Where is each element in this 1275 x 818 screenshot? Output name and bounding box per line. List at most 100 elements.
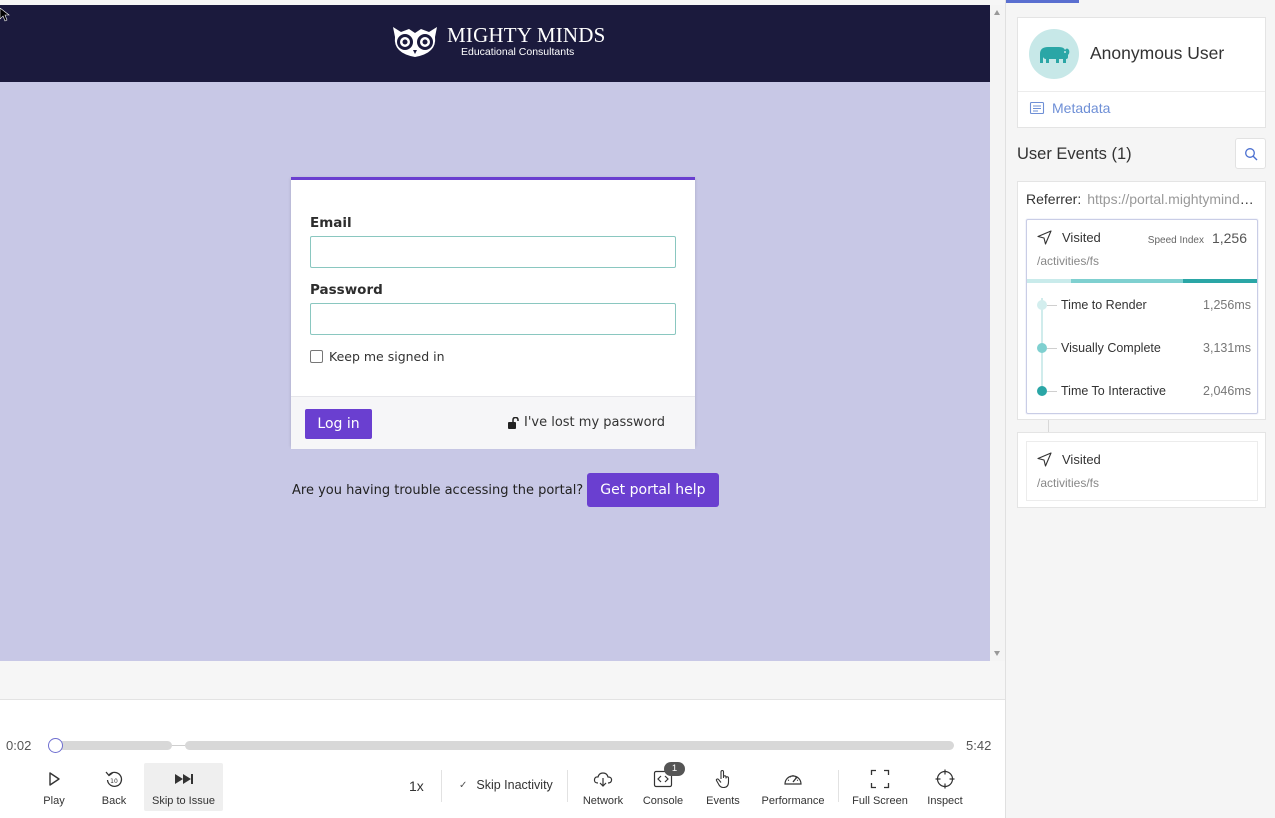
player-controls: 0:02 5:42 Play 10 Back Skip to Issue 1x … <box>0 700 1005 818</box>
navigation-arrow-icon <box>1037 230 1052 245</box>
metric-value: 3,131ms <box>1203 341 1251 355</box>
user-events-title: User Events (1) <box>1017 145 1132 163</box>
gauge-icon <box>784 775 802 785</box>
visited-event-header: Visited <box>1037 230 1101 245</box>
cloud-download-icon <box>593 772 613 787</box>
back-button[interactable]: 10 Back <box>94 763 134 811</box>
keep-signed-in-checkbox[interactable] <box>310 350 323 363</box>
metric-tick <box>1047 348 1057 349</box>
document-icon <box>1029 101 1045 115</box>
network-label: Network <box>582 795 624 807</box>
skip-to-issue-label: Skip to Issue <box>152 795 215 807</box>
scroll-up-icon[interactable] <box>994 10 1000 15</box>
console-label: Console <box>642 795 684 807</box>
full-screen-button[interactable]: Full Screen <box>849 763 911 811</box>
events-button[interactable]: Events <box>698 763 748 811</box>
metric-row: Visually Complete 3,131ms <box>1027 338 1257 358</box>
timeline-inactivity-gap <box>172 745 185 746</box>
control-divider <box>441 770 442 802</box>
events-search-button[interactable] <box>1235 138 1266 169</box>
login-card-footer: Log in I've lost my password <box>291 396 695 449</box>
visited-event-type: Visited <box>1062 452 1101 467</box>
keep-signed-in-row[interactable]: Keep me signed in <box>310 349 445 364</box>
events-label: Events <box>706 795 740 807</box>
play-icon <box>49 772 60 786</box>
metric-dot <box>1037 386 1047 396</box>
network-button[interactable]: Network <box>578 763 628 811</box>
play-button[interactable]: Play <box>34 763 74 811</box>
metadata-label: Metadata <box>1052 100 1111 116</box>
referrer-row: Referrer: https://portal.mightyminds.com.… <box>1026 191 1260 207</box>
logo-name: MIGHTY MINDS <box>447 22 606 47</box>
search-icon <box>1244 147 1257 160</box>
portal-help-row: Are you having trouble accessing the por… <box>292 473 719 507</box>
performance-label: Performance <box>761 795 825 807</box>
session-replay: MIGHTY MINDS Educational Consultants Ema… <box>0 0 1005 818</box>
visited-event[interactable]: Visited /activities/fs <box>1026 441 1258 501</box>
password-label: Password <box>310 282 383 298</box>
visited-event[interactable]: Visited /activities/fs Speed Index 1,256… <box>1026 219 1258 414</box>
event-group: Referrer: https://portal.mightyminds.com.… <box>1017 181 1266 420</box>
metric-row: Time To Interactive 2,046ms <box>1027 381 1257 401</box>
active-tab-indicator <box>1006 0 1079 3</box>
keep-signed-in-label: Keep me signed in <box>329 349 445 364</box>
speed-index-label: Speed Index <box>1147 235 1204 246</box>
metric-name: Time to Render <box>1061 298 1147 312</box>
visited-event-path: /activities/fs <box>1037 254 1100 268</box>
metric-dot <box>1037 343 1047 353</box>
inspect-label: Inspect <box>927 795 963 807</box>
event-group: Visited /activities/fs <box>1017 432 1266 508</box>
avatar <box>1029 29 1079 79</box>
skip-to-issue-button[interactable]: Skip to Issue <box>144 763 223 811</box>
metric-dot <box>1037 300 1047 310</box>
inspect-button[interactable]: Inspect <box>920 763 970 811</box>
navigation-arrow-icon <box>1037 452 1052 467</box>
login-button[interactable]: Log in <box>305 409 372 439</box>
console-count-badge: 1 <box>664 762 685 776</box>
skip-inactivity-toggle[interactable]: ✓ Skip Inactivity <box>459 778 553 792</box>
scroll-down-icon[interactable] <box>994 651 1000 656</box>
mouse-cursor-icon <box>0 8 10 22</box>
visited-event-header: Visited <box>1037 452 1101 467</box>
timeline-scrubber[interactable] <box>48 738 64 753</box>
get-portal-help-button[interactable]: Get portal help <box>587 473 719 507</box>
current-time: 0:02 <box>6 738 32 753</box>
user-name: Anonymous User <box>1090 43 1225 63</box>
metric-tick <box>1047 391 1057 392</box>
user-card: Anonymous User Metadata <box>1017 17 1266 128</box>
login-card: Email Password Keep me signed in Log in … <box>291 177 695 449</box>
metric-row: Time to Render 1,256ms <box>1027 295 1257 315</box>
logo-subtitle: Educational Consultants <box>461 45 575 58</box>
metric-value: 1,256ms <box>1203 298 1251 312</box>
skip-inactivity-label: Skip Inactivity <box>476 778 553 792</box>
lost-password-text: I've lost my password <box>523 415 665 430</box>
unlock-icon <box>507 416 519 429</box>
owl-logo-icon <box>393 27 437 57</box>
crosshair-icon <box>935 769 955 789</box>
perf-bar-interactive <box>1071 279 1183 283</box>
speed-index: Speed Index 1,256 <box>1148 230 1247 246</box>
replay-scrollbar[interactable] <box>990 5 1005 661</box>
timeline-track-active[interactable] <box>50 741 172 750</box>
control-divider <box>838 770 839 802</box>
timeline-track[interactable] <box>185 741 954 750</box>
referrer-url[interactable]: https://portal.mightyminds.com.au/ <box>1087 191 1260 207</box>
fast-forward-icon <box>174 774 193 784</box>
lost-password-link[interactable]: I've lost my password <box>507 415 665 430</box>
visited-event-path: /activities/fs <box>1037 476 1100 490</box>
site-logo: MIGHTY MINDS Educational Consultants <box>389 23 606 59</box>
play-label: Play <box>43 795 65 807</box>
rewind-10-icon: 10 <box>105 771 123 788</box>
perf-bar-render <box>1027 279 1071 283</box>
pointer-hand-icon <box>715 769 730 789</box>
control-divider <box>567 770 568 802</box>
visited-event-type: Visited <box>1062 230 1101 245</box>
playback-speed[interactable]: 1x <box>409 778 424 794</box>
metadata-link[interactable]: Metadata <box>1029 100 1110 116</box>
speed-index-value: 1,256 <box>1211 230 1247 246</box>
email-field[interactable] <box>310 236 676 268</box>
performance-button[interactable]: Performance <box>758 763 828 811</box>
metric-name: Time To Interactive <box>1061 384 1166 398</box>
user-card-divider <box>1018 91 1265 92</box>
password-field[interactable] <box>310 303 676 335</box>
